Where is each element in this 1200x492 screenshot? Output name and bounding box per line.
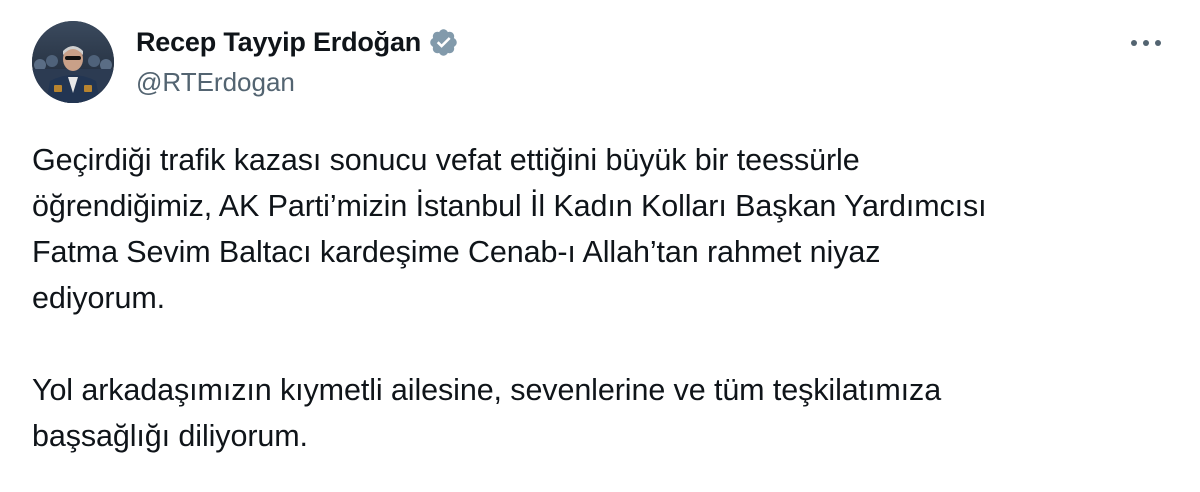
profile-photo: [32, 21, 114, 103]
tweet-card: Recep Tayyip Erdoğan @RTErdogan Geçirdiğ…: [0, 0, 1200, 492]
more-options-icon: [1131, 40, 1161, 46]
author-info: Recep Tayyip Erdoğan @RTErdogan: [136, 24, 459, 98]
name-row: Recep Tayyip Erdoğan: [136, 24, 459, 60]
more-options-button[interactable]: [1126, 26, 1166, 60]
display-name[interactable]: Recep Tayyip Erdoğan: [136, 27, 421, 58]
avatar[interactable]: [32, 21, 114, 103]
user-handle[interactable]: @RTErdogan: [136, 67, 459, 98]
verified-badge-icon[interactable]: [428, 27, 459, 58]
tweet-paragraph: Geçirdiği trafik kazası sonucu vefat ett…: [32, 143, 987, 315]
tweet-paragraph: Yol arkadaşımızın kıymetli ailesine, sev…: [32, 373, 942, 453]
tweet-text: Geçirdiği trafik kazası sonucu vefat ett…: [32, 137, 1162, 459]
